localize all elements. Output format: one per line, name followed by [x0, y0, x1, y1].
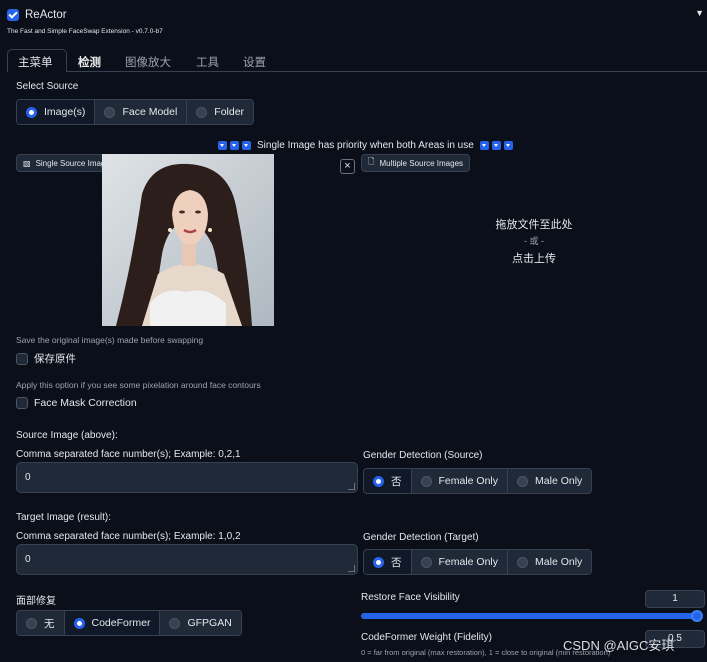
radio-dot-icon: [73, 617, 85, 629]
visibility-slider-track[interactable]: [361, 613, 701, 619]
radio-dot-icon: [196, 106, 208, 118]
resize-handle-icon[interactable]: [348, 483, 355, 490]
file-icon: 🗋: [368, 157, 375, 166]
gender-source-female[interactable]: Female Only: [411, 469, 509, 493]
gender-source-label: Gender Detection (Source): [363, 450, 483, 461]
visibility-slider-thumb[interactable]: [691, 610, 703, 622]
source-faces-input[interactable]: 0: [16, 462, 358, 493]
collapse-triangle-icon[interactable]: ▼: [695, 8, 704, 18]
image-icon: ▧: [23, 158, 31, 168]
gender-source-group: 否 Female Only Male Only: [363, 468, 593, 494]
source-image-preview[interactable]: [102, 154, 274, 326]
face-restore-group: 无 CodeFormer GFPGAN: [16, 610, 242, 636]
save-original-hint: Save the original image(s) made before s…: [16, 335, 204, 345]
reactor-title: ReActor: [25, 9, 67, 21]
upload-or-text: - 或 -: [524, 236, 544, 246]
source-option-face-model[interactable]: Face Model: [95, 100, 188, 124]
target-image-title: Target Image (result):: [16, 512, 112, 523]
face-mask-option[interactable]: Face Mask Correction: [16, 397, 137, 409]
tab-upscale[interactable]: 图像放大: [125, 54, 171, 70]
radio-dot-icon: [420, 475, 432, 487]
radio-dot-icon: [420, 556, 432, 568]
radio-dot-icon: [104, 106, 116, 118]
source-option-images[interactable]: Image(s): [17, 100, 96, 124]
radio-dot-icon: [517, 475, 529, 487]
tab-settings[interactable]: 设置: [243, 54, 266, 70]
radio-dot-icon: [26, 617, 37, 629]
gender-target-male[interactable]: Male Only: [508, 550, 592, 574]
visibility-label: Restore Face Visibility: [361, 592, 460, 603]
tab-divider: [7, 71, 707, 72]
radio-dot-icon: [26, 106, 37, 118]
radio-dot-icon: [373, 475, 384, 487]
down-arrow-icon: [242, 141, 251, 150]
save-original-option[interactable]: 保存原件: [16, 351, 76, 366]
source-faces-label: Comma separated face number(s); Example:…: [16, 449, 241, 460]
radio-dot-icon: [517, 556, 529, 568]
save-original-checkbox[interactable]: [16, 352, 28, 365]
portrait-photo: [102, 154, 274, 326]
restore-option-gfpgan[interactable]: GFPGAN: [160, 611, 241, 635]
source-option-folder[interactable]: Folder: [187, 100, 254, 124]
down-arrow-icon: [491, 141, 501, 150]
select-source-label: Select Source: [16, 81, 79, 92]
gender-target-label: Gender Detection (Target): [363, 532, 479, 543]
resize-handle-icon[interactable]: [348, 565, 355, 572]
visibility-slider-fill: [361, 613, 701, 619]
watermark-text: CSDN @AIGC安琪: [563, 638, 675, 653]
restore-option-none[interactable]: 无: [17, 611, 65, 635]
radio-dot-icon: [169, 617, 181, 629]
codeformer-weight-label: CodeFormer Weight (Fidelity): [361, 632, 492, 643]
source-radio-group: Image(s) Face Model Folder: [16, 99, 255, 125]
down-arrow-icon: [479, 141, 489, 150]
face-mask-checkbox[interactable]: [16, 397, 28, 409]
gender-target-female[interactable]: Female Only: [411, 550, 509, 574]
gender-source-none[interactable]: 否: [364, 469, 412, 493]
upload-drop-text: 拖放文件至此处: [495, 219, 573, 231]
radio-dot-icon: [373, 556, 384, 568]
multiple-source-tab[interactable]: 🗋 Multiple Source Images: [361, 154, 471, 172]
upload-click-text: 点击上传: [512, 253, 556, 265]
reactor-enable-checkbox[interactable]: [7, 9, 19, 21]
target-faces-label: Comma separated face number(s); Example:…: [16, 531, 241, 542]
down-arrow-icon: [230, 141, 239, 150]
tab-main[interactable]: 主菜单: [18, 54, 53, 70]
reactor-header[interactable]: ReActor: [7, 9, 67, 21]
source-image-title: Source Image (above):: [16, 430, 118, 441]
restore-option-codeformer[interactable]: CodeFormer: [64, 611, 161, 635]
close-icon[interactable]: ×: [340, 159, 355, 174]
down-arrow-icon: [218, 141, 227, 150]
gender-target-none[interactable]: 否: [364, 550, 412, 574]
visibility-number-input[interactable]: 1: [645, 590, 705, 608]
tab-detection[interactable]: 检测: [78, 54, 101, 70]
target-faces-input[interactable]: 0: [16, 544, 358, 575]
gender-target-group: 否 Female Only Male Only: [363, 549, 593, 575]
face-restore-label: 面部修复: [16, 596, 56, 607]
gender-source-male[interactable]: Male Only: [508, 469, 592, 493]
reactor-subtitle: The Fast and Simple FaceSwap Extension -…: [7, 28, 163, 35]
priority-note: Single Image has priority when both Area…: [218, 140, 513, 151]
tab-tools[interactable]: 工具: [196, 54, 219, 70]
down-arrow-icon: [503, 141, 513, 150]
upload-dropzone[interactable]: 拖放文件至此处 - 或 - 点击上传: [361, 172, 707, 322]
face-mask-hint: Apply this option if you see some pixela…: [16, 380, 261, 390]
